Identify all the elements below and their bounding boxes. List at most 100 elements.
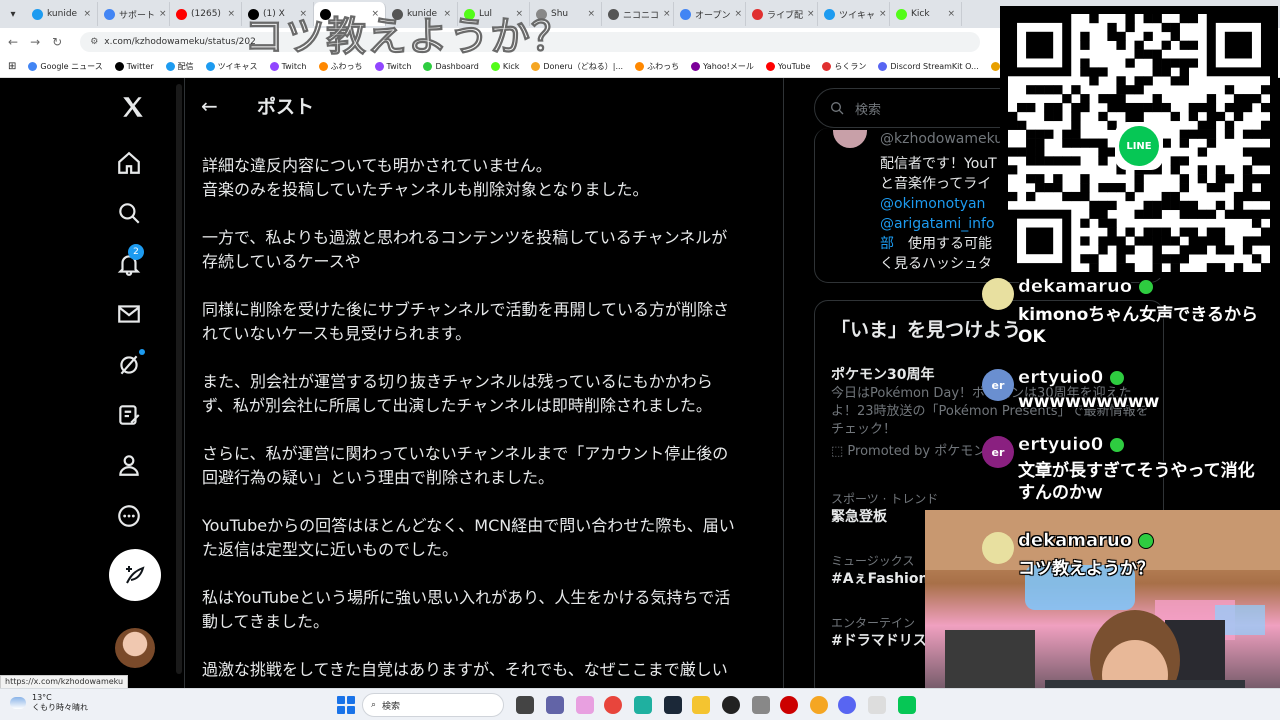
bookmark-favicon-icon <box>269 62 279 71</box>
app-icon[interactable] <box>810 696 828 714</box>
back-nav-icon[interactable]: ← <box>8 35 18 49</box>
bookmark-item[interactable]: ふわっち <box>318 61 363 72</box>
trends-title: 「いま」を見つけよう <box>831 319 1022 341</box>
tab-close-icon[interactable]: × <box>734 9 742 19</box>
more-options-icon[interactable] <box>114 501 144 531</box>
grok-new-dot <box>139 349 145 355</box>
browser-tab[interactable]: Kick × <box>890 2 962 26</box>
task-view-icon[interactable] <box>516 696 534 714</box>
chat-avatar: er <box>982 436 1014 468</box>
home-icon[interactable] <box>114 148 144 178</box>
bookmark-favicon-icon <box>374 62 384 71</box>
edge-icon[interactable] <box>634 696 652 714</box>
post-paragraph: また、別会社が運営する切り抜きチャンネルは残っているにもかかわら ず、私が別会社に… <box>202 370 772 418</box>
bookmark-item[interactable]: Kick <box>490 61 519 72</box>
bio-link[interactable]: 部 <box>880 236 894 252</box>
post-line: 存続しているケースや <box>202 252 361 271</box>
tab-close-icon[interactable]: × <box>159 9 167 19</box>
post-line: また、別会社が運営する切り抜きチャンネルは残っているにもかかわら <box>202 372 713 391</box>
bookmark-item[interactable]: らくラン <box>822 61 866 72</box>
post-line: 同様に削除を受けた後にサブチャンネルで活動を再開している方が削除さ <box>202 300 730 319</box>
bookmark-item[interactable]: Doneru（どねる）|... <box>531 61 623 72</box>
teams-icon[interactable] <box>546 696 564 714</box>
copilot-icon[interactable] <box>576 696 594 714</box>
line-app-icon[interactable] <box>898 696 916 714</box>
obs-icon[interactable] <box>722 696 740 714</box>
bookmark-item[interactable]: Twitch <box>269 61 307 72</box>
search-icon: ⌕ <box>371 700 377 710</box>
post-line: ず、私が別会社に所属して出演したチャンネルは即時削除されました。 <box>202 396 712 415</box>
post-paragraph: 同様に削除を受けた後にサブチャンネルで活動を再開している方が削除さ れていないケー… <box>202 298 772 346</box>
profile-handle[interactable]: @kzhodowameku <box>880 131 1003 147</box>
apps-grid-icon[interactable]: ⊞ <box>8 61 16 72</box>
browser-tab[interactable]: オープン × <box>674 2 746 26</box>
profile-person-icon[interactable] <box>114 450 144 480</box>
browser-tab[interactable]: ニコニコ × <box>602 2 674 26</box>
bookmark-label: Twitch <box>386 62 412 71</box>
bookmark-item[interactable]: 配信 <box>165 61 194 72</box>
app-icon[interactable] <box>752 696 770 714</box>
browser-tab[interactable]: (1265) × <box>170 2 242 26</box>
bookmark-item[interactable]: Discord StreamKit O... <box>878 61 979 72</box>
compose-post-button[interactable] <box>109 549 161 601</box>
bookmark-item[interactable]: Yahoo!メール <box>691 61 754 72</box>
account-avatar[interactable] <box>115 628 155 668</box>
profile-card-avatar[interactable] <box>833 130 867 148</box>
tab-close-icon[interactable]: × <box>227 9 235 19</box>
weather-widget[interactable]: 13°C くもり時々晴れ <box>10 693 88 713</box>
bookmark-item[interactable]: YouTube <box>765 61 810 72</box>
back-arrow-icon[interactable]: ← <box>201 94 218 118</box>
bookmark-item[interactable]: Twitch <box>374 61 412 72</box>
bookmark-item[interactable]: Google ニュース <box>28 61 103 72</box>
browser-tab[interactable]: kunide × <box>26 2 98 26</box>
reload-icon[interactable]: ↻ <box>52 35 62 49</box>
tab-close-icon[interactable]: × <box>663 9 671 19</box>
site-info-icon[interactable]: ⚙ <box>90 37 98 47</box>
bookmark-label: 配信 <box>177 62 194 71</box>
post-line: 詳細な違反内容についても明かされていません。 <box>202 156 552 175</box>
notepad-icon[interactable] <box>868 696 886 714</box>
steam-icon[interactable] <box>664 696 682 714</box>
bookmark-label: Twitch <box>281 62 307 71</box>
bookmark-label: ツイキャス <box>217 62 258 71</box>
tab-favicon-icon <box>32 8 43 20</box>
record-icon[interactable] <box>780 696 798 714</box>
tab-close-icon[interactable]: × <box>947 9 955 19</box>
nav-scrollbar[interactable] <box>176 84 182 674</box>
bookmark-favicon-icon <box>990 62 1000 71</box>
tab-close-icon[interactable]: × <box>807 9 815 19</box>
tab-close-icon[interactable]: × <box>879 9 887 19</box>
verified-badge-icon <box>1138 533 1155 549</box>
bookmark-item[interactable]: Twitter <box>114 61 154 72</box>
link-status-bar: https://x.com/kzhodowameku <box>0 675 129 689</box>
verified-badge-icon <box>1109 437 1126 453</box>
post-paragraph: 私はYouTubeという場所に強い思い入れがあり、人生をかける気持ちで活 動してき… <box>202 586 772 634</box>
browser-tab[interactable]: ライブ配 × <box>746 2 818 26</box>
bookmark-favicon-icon <box>765 62 775 71</box>
post-column: ← ポスト 詳細な違反内容についても明かされていません。 音楽のみを投稿していたチ… <box>184 78 784 688</box>
bookmark-item[interactable]: ふわっち <box>635 61 679 72</box>
file-explorer-icon[interactable] <box>692 696 710 714</box>
start-menu-icon[interactable] <box>337 696 355 714</box>
explore-search-icon[interactable] <box>114 198 144 228</box>
tab-close-icon[interactable]: × <box>587 9 595 19</box>
bookmark-item[interactable]: Dashboard <box>423 61 479 72</box>
drafts-compose-icon[interactable] <box>114 400 144 430</box>
browser-tab[interactable]: サポート × <box>98 2 170 26</box>
chat-text: 文章が長すぎてそうやって消化すんのかｗ <box>1018 461 1255 503</box>
tab-close-icon[interactable]: × <box>83 9 91 19</box>
bookmark-favicon-icon <box>635 62 645 71</box>
forward-nav-icon[interactable]: → <box>30 35 40 49</box>
tab-search-button[interactable]: ▾ <box>0 0 26 28</box>
messages-mail-icon[interactable] <box>114 299 144 329</box>
discord-icon[interactable] <box>838 696 856 714</box>
x-logo-icon[interactable] <box>118 92 148 122</box>
chrome-icon[interactable] <box>604 696 622 714</box>
tab-label: サポート <box>119 10 156 21</box>
chat-username: dekamaruo <box>1018 276 1155 297</box>
taskbar-search[interactable]: ⌕ 検索 <box>362 693 504 717</box>
bookmark-item[interactable]: ツイキャス <box>205 61 258 72</box>
feather-plus-icon <box>126 566 145 584</box>
browser-tab[interactable]: ツイキャ × <box>818 2 890 26</box>
bio-line: 使用する可能 <box>894 236 992 252</box>
